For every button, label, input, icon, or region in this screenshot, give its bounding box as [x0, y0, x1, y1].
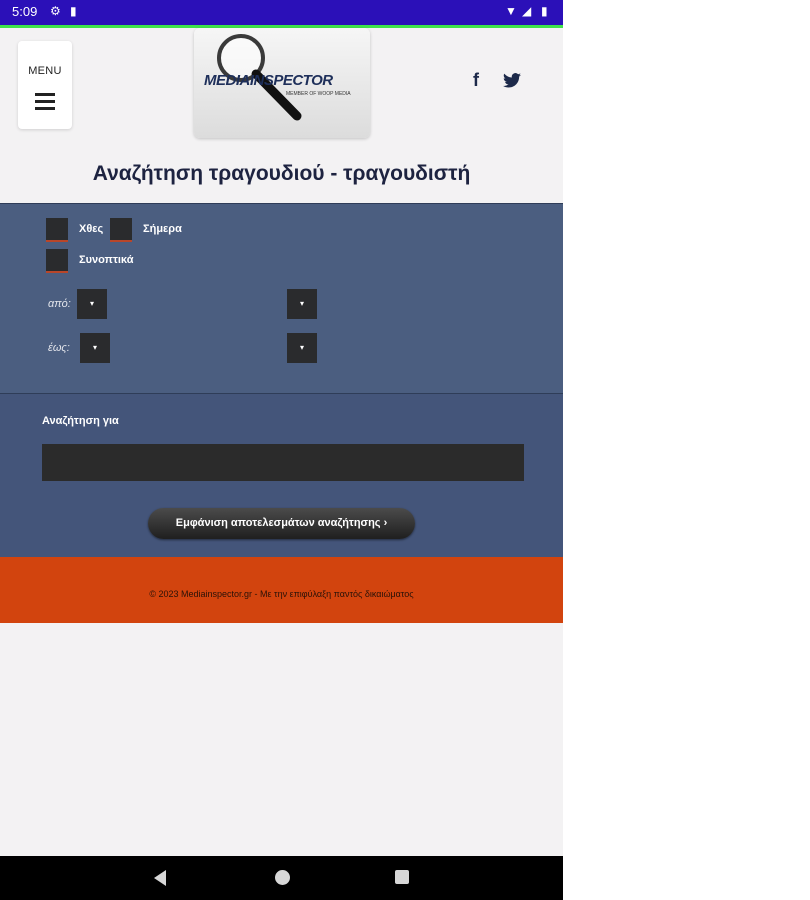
page-title: Αναζήτηση τραγουδιού - τραγουδιστή [92, 162, 471, 185]
battery-icon: ▮ [541, 4, 548, 18]
twitter-icon[interactable] [503, 72, 521, 93]
to-date-select[interactable]: ▾ [80, 333, 110, 363]
footer: © 2023 Mediainspector.gr - Με την επιφύλ… [0, 557, 563, 623]
from-label: από: [48, 298, 71, 310]
status-bar: 5:09 ⚙ ▮ ▼ ◢ ▮ [0, 0, 563, 25]
label-summary: Συνοπτικά [79, 254, 134, 266]
menu-button[interactable]: MENU [18, 41, 72, 129]
search-input[interactable] [42, 444, 524, 481]
footer-copyright: © 2023 Mediainspector.gr - Με την επιφύλ… [149, 589, 414, 599]
facebook-icon[interactable]: f [473, 70, 479, 91]
search-label: Αναζήτηση για [42, 415, 119, 427]
filter-panel: Χθες Σήμερα Συνοπτικά από: ▾ ▾ έως: ▾ ▾ [0, 203, 563, 394]
hamburger-icon [35, 93, 55, 114]
checkbox-yesterday[interactable] [46, 218, 68, 242]
checkbox-today[interactable] [110, 218, 132, 242]
search-panel: Αναζήτηση για Εμφάνιση αποτελεσμάτων ανα… [0, 393, 563, 557]
to-label: έως: [48, 342, 70, 354]
label-today: Σήμερα [143, 223, 182, 235]
gear-icon: ⚙ [50, 4, 61, 18]
label-yesterday: Χθες [79, 223, 104, 235]
search-results-button[interactable]: Εμφάνιση αποτελεσμάτων αναζήτησης › [148, 508, 415, 539]
from-date-select[interactable]: ▾ [77, 289, 107, 319]
sim-card-icon: ▮ [70, 4, 77, 18]
checkbox-summary[interactable] [46, 249, 68, 273]
wifi-icon: ▼ [505, 4, 517, 18]
navigation-bar [0, 856, 563, 900]
recent-apps-icon[interactable] [395, 870, 409, 884]
device-screen: 5:09 ⚙ ▮ ▼ ◢ ▮ MENU MEDIAINSPECTOR MEMBE… [0, 0, 563, 900]
home-icon[interactable] [275, 870, 290, 885]
logo-text: MEDIAINSPECTOR [204, 72, 333, 89]
site-logo[interactable]: MEDIAINSPECTOR MEMBER OF WOOP MEDIA [194, 28, 370, 138]
from-time-select[interactable]: ▾ [287, 289, 317, 319]
back-icon[interactable] [154, 870, 166, 886]
to-time-select[interactable]: ▾ [287, 333, 317, 363]
menu-label: MENU [28, 65, 62, 77]
status-time: 5:09 [12, 4, 38, 19]
signal-icon: ◢ [522, 4, 532, 18]
logo-subtitle: MEMBER OF WOOP MEDIA [286, 91, 351, 97]
